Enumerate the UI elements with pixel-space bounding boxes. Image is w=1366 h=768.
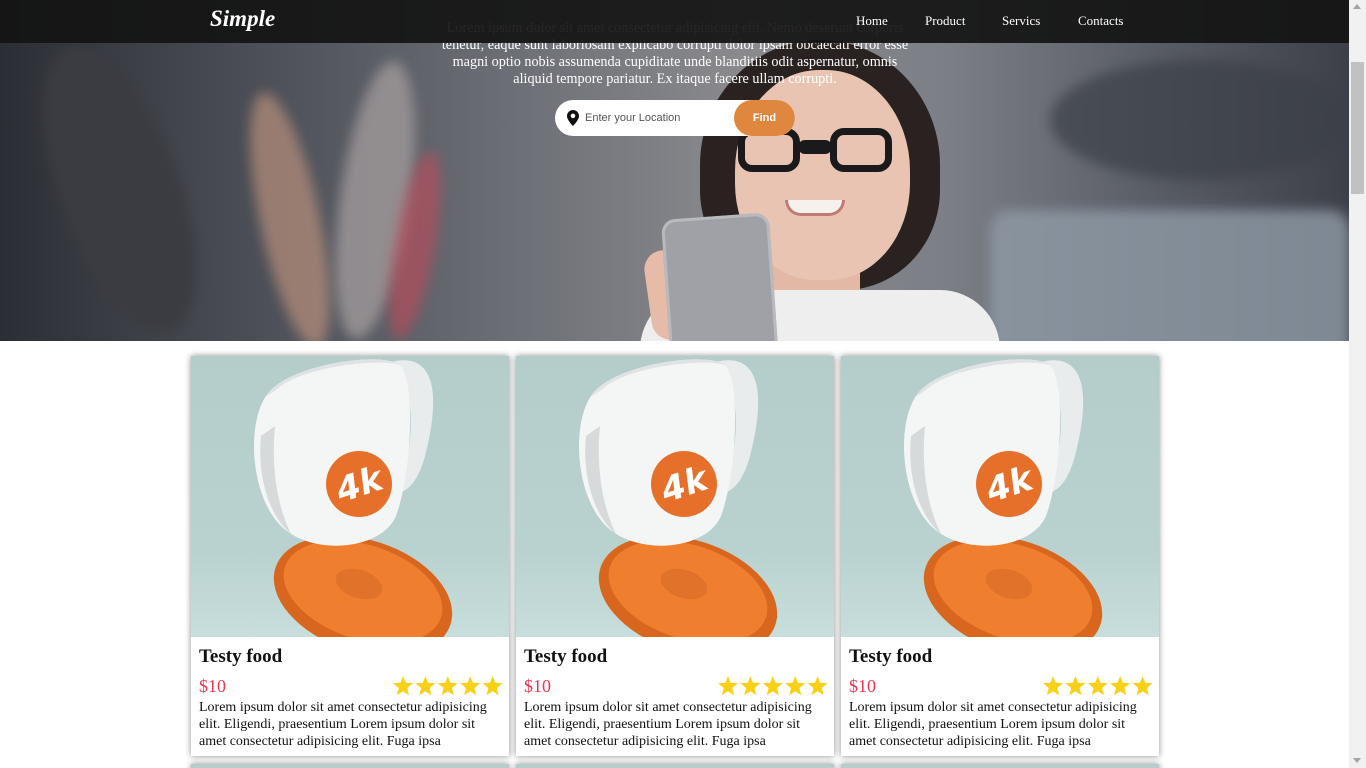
star-icon — [415, 676, 436, 696]
rating-stars — [718, 676, 828, 696]
star-icon — [1065, 676, 1086, 696]
star-icon — [807, 676, 828, 696]
star-icon — [762, 676, 783, 696]
scroll-up-arrow-icon[interactable] — [1353, 4, 1361, 9]
product-image — [516, 764, 834, 768]
product-title: Testy food — [849, 646, 933, 667]
find-button[interactable]: Find — [734, 100, 795, 136]
product-card-next-row[interactable] — [191, 764, 509, 768]
star-icon — [718, 676, 738, 696]
mug-illustration: 4k — [254, 359, 453, 637]
nav-item-product[interactable]: Product — [925, 13, 965, 29]
nav-item-home[interactable]: Home — [856, 13, 888, 29]
hero-photo-phone — [660, 212, 780, 341]
rating-stars — [393, 676, 503, 696]
hero-photo-smile — [785, 200, 845, 216]
product-title: Testy food — [199, 646, 283, 667]
star-icon — [740, 676, 761, 696]
star-icon — [785, 676, 806, 696]
product-image: 4k — [191, 356, 509, 637]
star-icon — [1087, 676, 1108, 696]
star-icon — [482, 676, 503, 696]
mug-illustration: 4k — [579, 359, 778, 637]
product-price: $10 — [524, 676, 551, 696]
product-image — [191, 764, 509, 768]
product-description: Lorem ipsum dolor sit amet consectetur a… — [524, 700, 812, 749]
star-icon — [1110, 676, 1131, 696]
product-description: Lorem ipsum dolor sit amet consectetur a… — [849, 700, 1137, 749]
product-title: Testy food — [524, 646, 608, 667]
background-blur — [990, 210, 1349, 341]
page-scrollbar[interactable] — [1349, 0, 1366, 768]
product-description: Lorem ipsum dolor sit amet consectetur a… — [199, 700, 487, 749]
product-card[interactable]: 4k Testy food $10 Lorem ipsum dolor sit … — [841, 356, 1159, 756]
rating-stars — [1043, 676, 1153, 696]
site-logo[interactable]: Simple — [210, 6, 275, 32]
star-icon — [1132, 676, 1153, 696]
background-blur — [1050, 60, 1349, 180]
star-icon — [437, 676, 458, 696]
product-image: 4k — [516, 356, 834, 637]
scrollbar-thumb[interactable] — [1351, 62, 1364, 194]
background-blur — [12, 28, 228, 341]
product-card[interactable]: 4k Testy food $10 Lorem ipsum dolor sit … — [516, 356, 834, 756]
product-card-next-row[interactable] — [516, 764, 834, 768]
star-icon — [393, 676, 413, 696]
nav-item-contacts[interactable]: Contacts — [1078, 13, 1124, 29]
product-price: $10 — [849, 676, 876, 696]
star-icon — [1043, 676, 1063, 696]
mug-illustration: 4k — [904, 359, 1103, 637]
nav-item-services[interactable]: Servics — [1002, 13, 1040, 29]
background-blur — [233, 86, 347, 341]
hero-banner: Lorem ipsum dolor sit amet consectetur a… — [0, 0, 1349, 341]
product-image — [841, 764, 1159, 768]
navbar: Simple Home Product Servics Contacts — [0, 0, 1349, 43]
product-image: 4k — [841, 356, 1159, 637]
product-card-next-row[interactable] — [841, 764, 1159, 768]
star-icon — [460, 676, 481, 696]
location-input[interactable] — [585, 100, 735, 136]
scroll-down-arrow-icon[interactable] — [1353, 758, 1361, 763]
location-search: Find — [555, 100, 795, 136]
product-price: $10 — [199, 676, 226, 696]
product-card[interactable]: 4k Testy food $10 Lorem ipsum dolor sit … — [191, 356, 509, 756]
location-pin-icon — [567, 110, 579, 126]
